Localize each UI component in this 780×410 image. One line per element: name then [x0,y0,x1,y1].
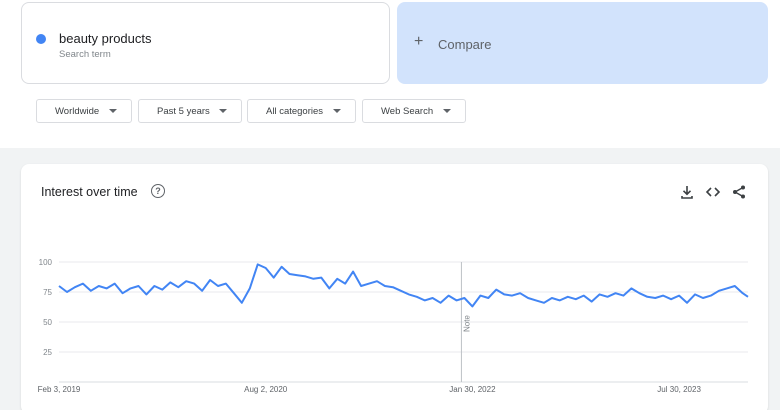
filter-category-label: All categories [266,105,324,117]
interest-line-chart: 100 75 50 25 Note Feb 3, 2019 Aug 2, 2020 Jan 3… [38,258,749,394]
filter-category-dropdown[interactable]: All categories [247,99,356,123]
x-tick-label: Feb 3, 2019 [38,385,81,394]
y-tick-label: 100 [39,258,53,267]
filter-bar: Worldwide Past 5 years All categories We… [21,91,768,132]
filter-time-label: Past 5 years [157,105,210,117]
search-term-card[interactable]: beauty products Search term [21,2,390,84]
compare-label: Compare [438,37,492,52]
series-line [58,263,749,308]
x-tick-label: Jan 30, 2022 [449,385,496,394]
interest-over-time-card: Interest over time ? 100 75 50 25 Note Feb 3,… [21,164,768,410]
explore-header-band: beauty products Search term + Compare Wo… [0,0,780,148]
filter-region-label: Worldwide [55,105,100,117]
filter-time-dropdown[interactable]: Past 5 years [138,99,242,123]
caret-down-icon [219,109,227,113]
search-term-subtitle: Search term [59,49,111,60]
x-tick-label: Jul 30, 2023 [657,385,701,394]
x-tick-label: Aug 2, 2020 [244,385,288,394]
filter-region-dropdown[interactable]: Worldwide [36,99,132,123]
caret-down-icon [443,109,451,113]
filter-search-type-dropdown[interactable]: Web Search [362,99,466,123]
y-tick-label: 75 [43,288,52,297]
filter-search-type-label: Web Search [381,105,434,117]
note-label: Note [462,315,471,332]
search-term-title[interactable]: beauty products [59,31,152,46]
caret-down-icon [333,109,341,113]
compare-button[interactable]: + Compare [397,2,768,84]
series-color-dot [36,34,46,44]
caret-down-icon [109,109,117,113]
y-tick-label: 25 [43,348,52,357]
plus-icon: + [414,33,424,50]
y-tick-label: 50 [43,318,52,327]
